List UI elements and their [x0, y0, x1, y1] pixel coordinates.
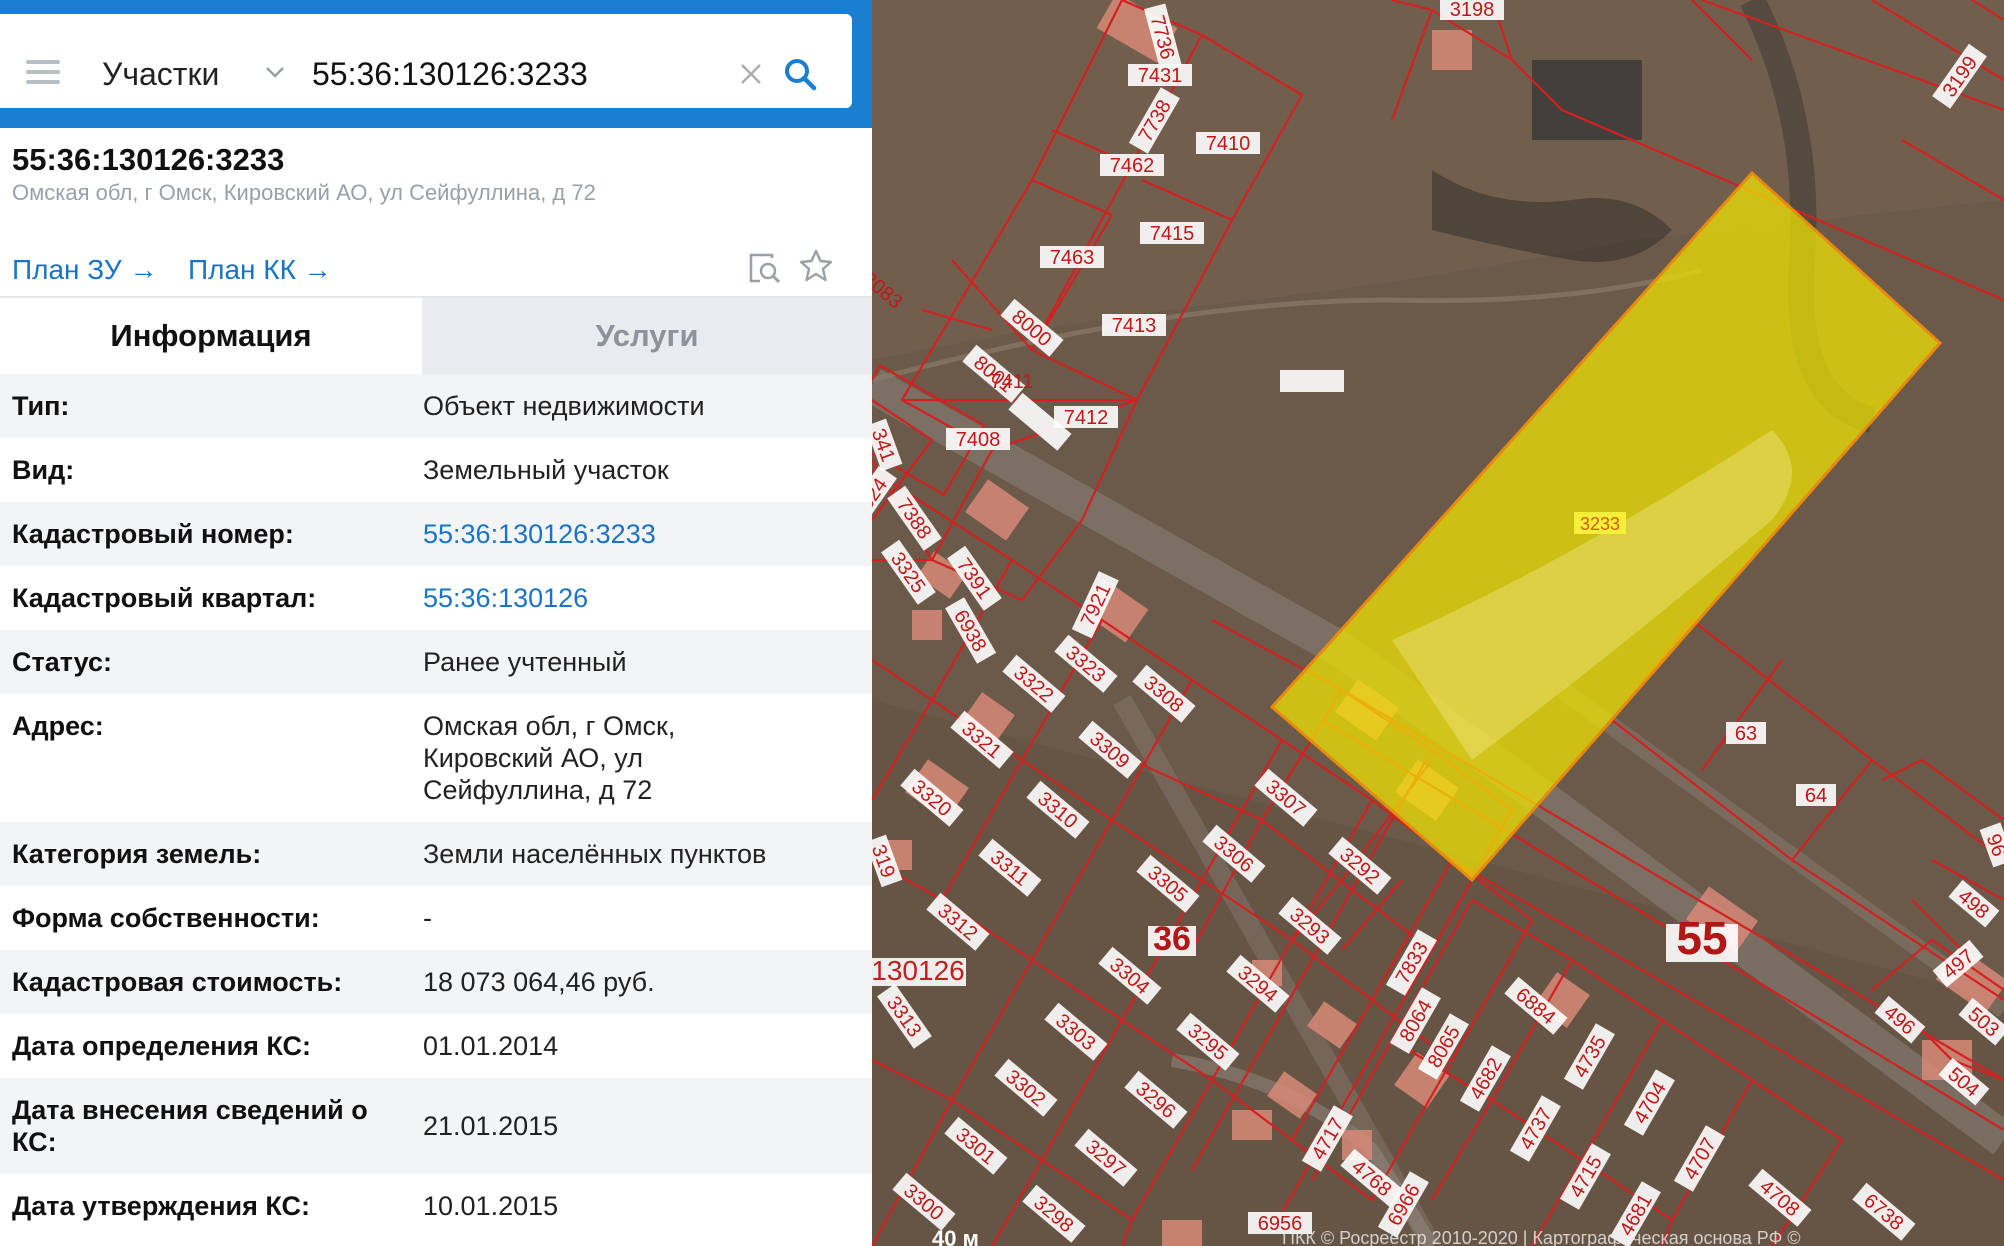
info-table: Тип: Объект недвижимости Вид: Земельный … [0, 374, 872, 1238]
row-value: Омская обл, г Омск, Кировский АО, ул Сей… [423, 711, 676, 805]
search-bar: Участки [0, 0, 872, 128]
row-label: Кадастровый квартал: [12, 583, 317, 613]
table-row: Дата утверждения КС: 10.01.2015 [0, 1174, 872, 1238]
parcel-label-7462: 7462 [1110, 155, 1155, 177]
parcel-label-63: 63 [1735, 723, 1757, 745]
row-value: 21.01.2015 [423, 1111, 559, 1141]
row-label: Статус: [12, 647, 112, 677]
tab-information[interactable]: Информация [0, 298, 422, 374]
menu-icon[interactable] [26, 60, 60, 84]
selected-parcel-label: 3233 [1574, 512, 1626, 534]
table-row: Статус: Ранее учтенный [0, 630, 872, 694]
chevron-down-icon[interactable] [262, 59, 288, 85]
row-label: Дата утверждения КС: [12, 1191, 311, 1221]
row-value: Ранее учтенный [423, 647, 627, 677]
row-value: Земельный участок [423, 455, 669, 485]
row-label: Вид: [12, 455, 75, 485]
table-row: Форма собственности: - [0, 886, 872, 950]
quarter-label: 130126 [872, 955, 965, 986]
parcel-label-7410: 7410 [1206, 133, 1251, 155]
parcel-label-7413: 7413 [1112, 315, 1157, 337]
table-row: Тип: Объект недвижимости [0, 374, 872, 438]
tab-services[interactable]: Услуги [422, 298, 872, 374]
parcel-label-64: 64 [1805, 785, 1827, 807]
scale-label: 40 м [932, 1226, 979, 1246]
table-row: Кадастровая стоимость: 18 073 064,46 руб… [0, 950, 872, 1014]
search-input[interactable] [312, 56, 712, 93]
plan-zu-link[interactable]: План ЗУ → [12, 254, 157, 286]
table-row: Дата внесения сведений о КС: 21.01.2015 [0, 1078, 872, 1174]
row-label: Кадастровый номер: [12, 519, 294, 549]
table-row: Категория земель: Земли населённых пункт… [0, 822, 872, 886]
row-label: Адрес: [12, 711, 104, 741]
row-label: Дата внесения сведений о КС: [12, 1095, 368, 1157]
close-icon[interactable] [737, 60, 765, 88]
cadastral-quarter-link[interactable]: 55:36:130126 [423, 582, 853, 614]
table-row: Кадастровый номер: 55:36:130126:3233 [0, 502, 872, 566]
table-row: Кадастровый квартал: 55:36:130126 [0, 566, 872, 630]
parcel-label-3198: 3198 [1450, 0, 1495, 21]
row-value: Земли населённых пунктов [423, 839, 767, 869]
info-panel: Участки 55:36:130126:3233 Омская обл, г … [0, 0, 872, 1246]
parcel-label-7415: 7415 [1150, 223, 1195, 245]
search-box: Участки [0, 14, 852, 108]
plan-kk-link[interactable]: План КК → [188, 254, 332, 286]
district-label-55: 55 [1676, 912, 1727, 964]
row-label: Тип: [12, 391, 70, 421]
table-row: Дата определения КС: 01.01.2014 [0, 1014, 872, 1078]
parcel-label-7411: 7411 [990, 371, 1033, 393]
map-canvas[interactable]: 3198 3199 7736 7431 7738 7410 7462 7415 … [872, 0, 2004, 1246]
row-value: 18 073 064,46 руб. [423, 967, 655, 997]
parcel-label-7412: 7412 [1064, 407, 1109, 429]
svg-text:3233: 3233 [1580, 514, 1620, 534]
layer-select[interactable]: Участки [102, 56, 219, 93]
cadastral-number-link[interactable]: 55:36:130126:3233 [423, 518, 853, 550]
row-value: 10.01.2015 [423, 1191, 559, 1221]
map-view[interactable]: 3198 3199 7736 7431 7738 7410 7462 7415 … [872, 0, 2004, 1246]
parcel-label-7463: 7463 [1050, 247, 1095, 269]
row-value: - [423, 903, 432, 933]
object-title: 55:36:130126:3233 [12, 142, 285, 177]
report-search-icon[interactable] [746, 250, 782, 286]
district-label-36: 36 [1153, 920, 1191, 958]
copyright-text: ПКК © Росреестр 2010-2020 | Картографиче… [1282, 1228, 1801, 1246]
row-value: Объект недвижимости [423, 391, 705, 421]
search-icon[interactable] [782, 56, 818, 92]
parcel-label-7431: 7431 [1138, 65, 1183, 87]
row-label: Форма собственности: [12, 903, 320, 933]
star-icon[interactable] [798, 248, 834, 284]
row-label: Кадастровая стоимость: [12, 967, 343, 997]
table-row: Вид: Земельный участок [0, 438, 872, 502]
tabs: Информация Услуги [0, 296, 872, 374]
row-label: Дата определения КС: [12, 1031, 312, 1061]
row-value: 01.01.2014 [423, 1031, 559, 1061]
parcel-label-7408: 7408 [956, 429, 1001, 451]
row-label: Категория земель: [12, 839, 262, 869]
object-address: Омская обл, г Омск, Кировский АО, ул Сей… [12, 180, 596, 205]
table-row: Адрес: Омская обл, г Омск, Кировский АО,… [0, 694, 872, 822]
